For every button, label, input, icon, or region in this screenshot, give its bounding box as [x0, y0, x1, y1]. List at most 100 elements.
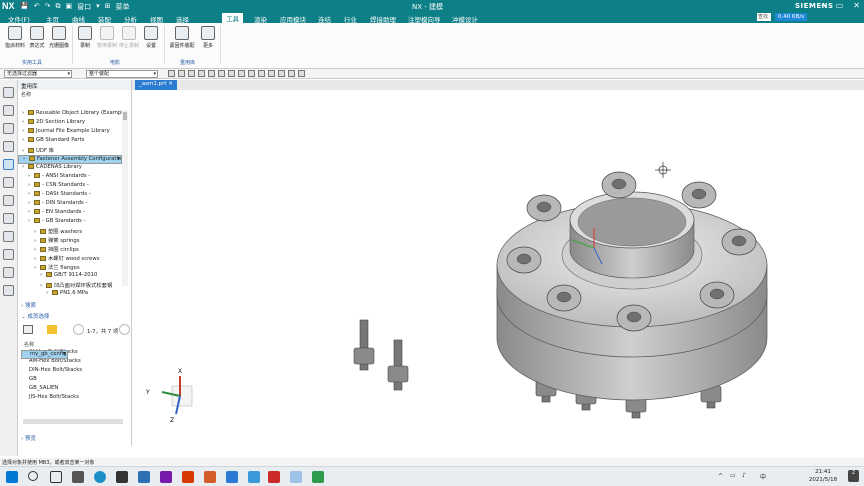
tree-item[interactable]: › Journal File Example Library — [18, 128, 122, 137]
undo-icon[interactable]: ↶ — [34, 2, 40, 12]
nx-taskbar-icon[interactable] — [268, 471, 280, 483]
tree-item[interactable]: › - ANSI Standards - — [18, 173, 122, 182]
tree-item[interactable]: › - DASt Standards - — [18, 191, 122, 200]
member-row[interactable]: GB — [21, 376, 129, 385]
member-select-section-header[interactable]: ⌄ 成员选择 — [21, 312, 49, 320]
part-navigator-icon[interactable] — [3, 123, 14, 134]
notification-badge[interactable]: 2 — [848, 470, 859, 482]
find-command-input[interactable]: 查找 — [757, 13, 771, 21]
snap-icon[interactable] — [278, 70, 285, 77]
tree-item[interactable]: › - CSN Standards - — [18, 182, 122, 191]
window-menu[interactable]: 窗口 — [77, 2, 91, 12]
table-view-icon[interactable] — [23, 325, 33, 334]
menu-button[interactable]: 菜单 — [115, 2, 129, 12]
search-icon[interactable] — [28, 471, 38, 481]
members-hscrollbar[interactable] — [23, 419, 123, 424]
tree-item[interactable]: › GB Standard Parts — [18, 137, 122, 146]
tree-item[interactable]: › 法兰 flanges — [18, 263, 122, 272]
minimize-button[interactable]: ─ — [821, 1, 826, 10]
snap-icon[interactable] — [168, 70, 175, 77]
tree-scrollbar[interactable] — [122, 110, 128, 286]
selection-scope-select[interactable]: 整个装配 — [86, 70, 158, 78]
tree-item[interactable]: › - DIN Standards - — [18, 200, 122, 209]
member-row[interactable]: AM-Hex Bolt/Stacks — [21, 358, 129, 367]
tree-item[interactable]: › 木螺钉 wood screws — [18, 254, 122, 263]
snap-icon[interactable] — [248, 70, 255, 77]
cut-icon[interactable]: ▣ — [65, 2, 72, 12]
task-view-icon[interactable] — [50, 471, 62, 483]
scrollbar-thumb[interactable] — [123, 112, 127, 120]
network-app-icon[interactable] — [290, 471, 302, 483]
tree-item[interactable]: › - EN Standards - — [18, 209, 122, 218]
vscode-icon[interactable] — [226, 471, 238, 483]
preview-section-header[interactable]: › 预览 — [21, 434, 36, 442]
tree-item[interactable]: › - GB Standards - — [18, 218, 122, 227]
member-row[interactable]: JIS-Hex Bolt/Stacks — [21, 394, 129, 403]
tray-chevron-icon[interactable]: ^ — [718, 473, 723, 480]
fastener-assembly-button[interactable]: 紧固件装配 — [169, 26, 195, 49]
edge-browser-icon[interactable] — [94, 471, 106, 483]
save-icon[interactable]: 💾 — [20, 2, 29, 12]
clock-time[interactable]: 21:41 — [800, 469, 846, 475]
system-scene-icon[interactable] — [3, 267, 14, 278]
graphics-viewport[interactable]: X Y Z — [132, 90, 864, 458]
process-studio-icon[interactable] — [3, 231, 14, 242]
onenote-icon[interactable] — [160, 471, 172, 483]
member-row[interactable]: GB_SALIEN — [21, 385, 129, 394]
app-icon[interactable] — [248, 471, 260, 483]
pause-record-button[interactable]: 暂停录制 — [96, 26, 118, 49]
tray-volume-icon[interactable]: ♪ — [742, 472, 746, 479]
menu-tools[interactable]: 工具 — [222, 13, 243, 23]
office-icon[interactable] — [182, 471, 194, 483]
calculator-icon[interactable] — [72, 471, 84, 483]
history-icon[interactable] — [3, 195, 14, 206]
snap-icon[interactable] — [258, 70, 265, 77]
tree-item[interactable]: › 凹凸面对焊环板式松套钢 — [18, 281, 122, 290]
mail-icon[interactable] — [138, 471, 150, 483]
switch-window-icon[interactable]: ⊞ — [105, 2, 111, 12]
assembly-navigator-icon[interactable] — [3, 87, 14, 98]
snap-icon[interactable] — [218, 70, 225, 77]
copy-icon[interactable]: ⧉ — [55, 2, 60, 12]
snap-icon[interactable] — [178, 70, 185, 77]
window-dropdown-icon[interactable]: ▾ — [96, 2, 100, 12]
reuse-library-icon[interactable] — [3, 141, 14, 152]
maximize-button[interactable]: ▭ — [836, 1, 844, 10]
tray-network-icon[interactable]: ▭ — [730, 472, 736, 479]
constraint-navigator-icon[interactable] — [3, 105, 14, 116]
filter-icon[interactable] — [47, 325, 57, 334]
snap-icon[interactable] — [298, 70, 305, 77]
snap-icon[interactable] — [228, 70, 235, 77]
more-button[interactable]: 更多 — [197, 26, 219, 49]
previous-page-icon[interactable] — [73, 324, 84, 335]
web-browser-icon[interactable] — [3, 177, 14, 188]
green-app-icon[interactable] — [312, 471, 324, 483]
tree-item[interactable]: › CADENAS Library — [18, 164, 122, 173]
close-icon[interactable]: ✕ — [168, 81, 173, 87]
roles-icon[interactable] — [3, 249, 14, 260]
snap-icon[interactable] — [198, 70, 205, 77]
folder-icon[interactable] — [204, 471, 216, 483]
selection-filter-select[interactable]: 无选择过滤器 — [4, 70, 72, 78]
assign-material-button[interactable]: 指派材料 — [4, 26, 26, 49]
expression-button[interactable]: 表达式 — [26, 26, 48, 49]
snap-icon[interactable] — [208, 70, 215, 77]
tree-item[interactable]: › Fastener Assembly Configuration — [18, 155, 122, 164]
stop-record-button[interactable]: 停止录制 — [118, 26, 140, 49]
tree-item[interactable]: › Reusable Object Library (Example) — [18, 110, 122, 119]
document-tab[interactable]: _asm1.prt ✕ — [135, 80, 177, 90]
tree-item[interactable]: › 垫圈 washers — [18, 227, 122, 236]
analysis-icon[interactable] — [3, 285, 14, 296]
system-materials-icon[interactable] — [3, 213, 14, 224]
tree-item[interactable]: › 弹簧 springs — [18, 236, 122, 245]
next-page-icon[interactable] — [119, 324, 130, 335]
snap-icon[interactable] — [268, 70, 275, 77]
member-row[interactable]: DIN-Hex Bolt/Stacks — [21, 367, 129, 376]
tree-item[interactable]: › UDF 库 — [18, 146, 122, 155]
tree-item[interactable]: › PN1.6 MPa — [18, 290, 122, 299]
windows-start-icon[interactable] — [6, 471, 18, 483]
close-button[interactable]: ✕ — [853, 1, 860, 10]
clock-date[interactable]: 2021/5/18 — [800, 477, 846, 483]
snap-icon[interactable] — [288, 70, 295, 77]
member-row[interactable]: my_gb_config — [21, 350, 68, 359]
